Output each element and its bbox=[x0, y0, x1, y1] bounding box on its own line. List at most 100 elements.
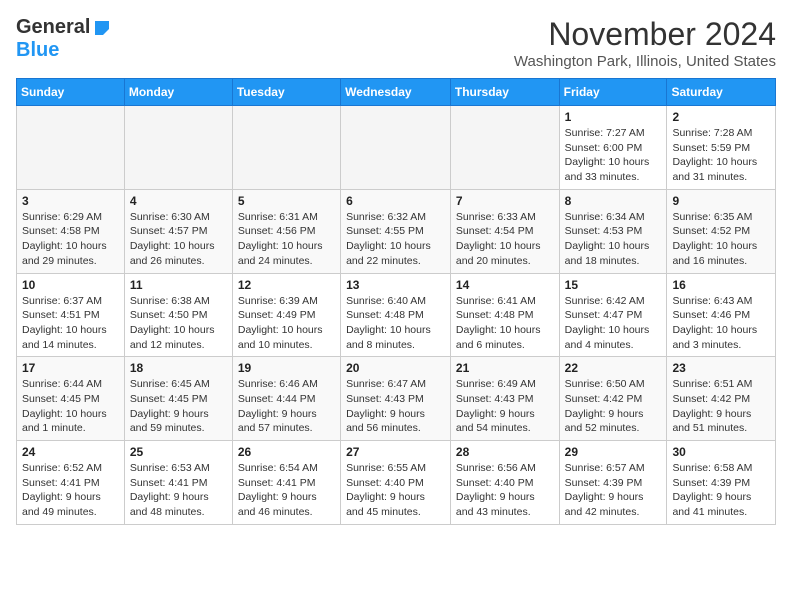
calendar-day: 14 Sunrise: 6:41 AM Sunset: 4:48 PM Dayli… bbox=[450, 273, 559, 357]
calendar-day: 12 Sunrise: 6:39 AM Sunset: 4:49 PM Dayli… bbox=[232, 273, 340, 357]
day-number: 3 bbox=[22, 194, 119, 208]
day-number: 19 bbox=[238, 361, 335, 375]
calendar-day: 21 Sunrise: 6:49 AM Sunset: 4:43 PM Dayli… bbox=[450, 357, 559, 441]
logo-general: General bbox=[16, 16, 90, 39]
column-header-monday: Monday bbox=[124, 79, 232, 106]
calendar-day: 26 Sunrise: 6:54 AM Sunset: 4:41 PM Dayli… bbox=[232, 441, 340, 525]
calendar-day: 7 Sunrise: 6:33 AM Sunset: 4:54 PM Daylig… bbox=[450, 189, 559, 273]
day-info: Sunrise: 6:49 AM Sunset: 4:43 PM Dayligh… bbox=[456, 377, 554, 436]
calendar-day: 18 Sunrise: 6:45 AM Sunset: 4:45 PM Dayli… bbox=[124, 357, 232, 441]
calendar-day: 19Sunrise: 6:46 AM Sunset: 4:44 PM Dayli… bbox=[232, 357, 340, 441]
calendar-day: 11 Sunrise: 6:38 AM Sunset: 4:50 PM Dayli… bbox=[124, 273, 232, 357]
calendar-day bbox=[450, 106, 559, 190]
day-number: 26 bbox=[238, 445, 335, 459]
day-info: Sunrise: 6:31 AM Sunset: 4:56 PM Dayligh… bbox=[238, 210, 335, 269]
calendar-day: 6 Sunrise: 6:32 AM Sunset: 4:55 PM Daylig… bbox=[341, 189, 451, 273]
day-info: Sunrise: 6:42 AM Sunset: 4:47 PM Dayligh… bbox=[565, 294, 662, 353]
day-number: 20 bbox=[346, 361, 445, 375]
day-number: 4 bbox=[130, 194, 227, 208]
calendar: SundayMondayTuesdayWednesdayThursdayFrid… bbox=[16, 78, 776, 525]
day-info: Sunrise: 6:57 AM Sunset: 4:39 PM Dayligh… bbox=[565, 461, 662, 520]
calendar-day: 28 Sunrise: 6:56 AM Sunset: 4:40 PM Dayli… bbox=[450, 441, 559, 525]
day-info: Sunrise: 6:38 AM Sunset: 4:50 PM Dayligh… bbox=[130, 294, 227, 353]
calendar-day: 13Sunrise: 6:40 AM Sunset: 4:48 PM Dayli… bbox=[341, 273, 451, 357]
calendar-day: 24 Sunrise: 6:52 AM Sunset: 4:41 PM Dayli… bbox=[17, 441, 125, 525]
calendar-day: 17 Sunrise: 6:44 AM Sunset: 4:45 PM Dayli… bbox=[17, 357, 125, 441]
day-number: 22 bbox=[565, 361, 662, 375]
day-number: 18 bbox=[130, 361, 227, 375]
calendar-day: 5 Sunrise: 6:31 AM Sunset: 4:56 PM Daylig… bbox=[232, 189, 340, 273]
day-number: 25 bbox=[130, 445, 227, 459]
day-number: 17 bbox=[22, 361, 119, 375]
day-number: 5 bbox=[238, 194, 335, 208]
day-info: Sunrise: 6:54 AM Sunset: 4:41 PM Dayligh… bbox=[238, 461, 335, 520]
calendar-week-5: 24 Sunrise: 6:52 AM Sunset: 4:41 PM Dayli… bbox=[17, 441, 776, 525]
day-number: 7 bbox=[456, 194, 554, 208]
day-number: 15 bbox=[565, 278, 662, 292]
day-info: Sunrise: 6:33 AM Sunset: 4:54 PM Dayligh… bbox=[456, 210, 554, 269]
day-info: Sunrise: 6:32 AM Sunset: 4:55 PM Dayligh… bbox=[346, 210, 445, 269]
day-info: Sunrise: 6:55 AM Sunset: 4:40 PM Dayligh… bbox=[346, 461, 445, 520]
day-info: Sunrise: 6:41 AM Sunset: 4:48 PM Dayligh… bbox=[456, 294, 554, 353]
column-header-thursday: Thursday bbox=[450, 79, 559, 106]
calendar-day: 3 Sunrise: 6:29 AM Sunset: 4:58 PM Daylig… bbox=[17, 189, 125, 273]
day-number: 27 bbox=[346, 445, 445, 459]
calendar-day bbox=[17, 106, 125, 190]
calendar-header-row: SundayMondayTuesdayWednesdayThursdayFrid… bbox=[17, 79, 776, 106]
calendar-day: 9Sunrise: 6:35 AM Sunset: 4:52 PM Daylig… bbox=[667, 189, 776, 273]
calendar-day: 22 Sunrise: 6:50 AM Sunset: 4:42 PM Dayli… bbox=[559, 357, 667, 441]
header: General Blue November 2024 Washington Pa… bbox=[16, 16, 776, 70]
day-info: Sunrise: 6:45 AM Sunset: 4:45 PM Dayligh… bbox=[130, 377, 227, 436]
logo-icon bbox=[93, 19, 111, 37]
day-number: 11 bbox=[130, 278, 227, 292]
day-number: 29 bbox=[565, 445, 662, 459]
calendar-day: 10 Sunrise: 6:37 AM Sunset: 4:51 PM Dayli… bbox=[17, 273, 125, 357]
day-info: Sunrise: 6:51 AM Sunset: 4:42 PM Dayligh… bbox=[672, 377, 770, 436]
day-number: 12 bbox=[238, 278, 335, 292]
day-number: 23 bbox=[672, 361, 770, 375]
title-section: November 2024 Washington Park, Illinois,… bbox=[514, 16, 776, 70]
day-number: 9 bbox=[672, 194, 770, 208]
calendar-day: 29 Sunrise: 6:57 AM Sunset: 4:39 PM Dayli… bbox=[559, 441, 667, 525]
day-info: Sunrise: 6:47 AM Sunset: 4:43 PM Dayligh… bbox=[346, 377, 445, 436]
day-number: 21 bbox=[456, 361, 554, 375]
day-info: Sunrise: 7:27 AM Sunset: 6:00 PM Dayligh… bbox=[565, 126, 662, 185]
calendar-week-4: 17 Sunrise: 6:44 AM Sunset: 4:45 PM Dayli… bbox=[17, 357, 776, 441]
calendar-day bbox=[341, 106, 451, 190]
day-number: 30 bbox=[672, 445, 770, 459]
calendar-week-3: 10 Sunrise: 6:37 AM Sunset: 4:51 PM Dayli… bbox=[17, 273, 776, 357]
calendar-day: 27 Sunrise: 6:55 AM Sunset: 4:40 PM Dayli… bbox=[341, 441, 451, 525]
day-number: 24 bbox=[22, 445, 119, 459]
day-number: 6 bbox=[346, 194, 445, 208]
column-header-tuesday: Tuesday bbox=[232, 79, 340, 106]
day-info: Sunrise: 6:30 AM Sunset: 4:57 PM Dayligh… bbox=[130, 210, 227, 269]
day-info: Sunrise: 6:56 AM Sunset: 4:40 PM Dayligh… bbox=[456, 461, 554, 520]
calendar-day bbox=[232, 106, 340, 190]
column-header-saturday: Saturday bbox=[667, 79, 776, 106]
day-info: Sunrise: 6:52 AM Sunset: 4:41 PM Dayligh… bbox=[22, 461, 119, 520]
day-number: 14 bbox=[456, 278, 554, 292]
logo: General Blue bbox=[16, 16, 111, 62]
calendar-week-1: 1 Sunrise: 7:27 AM Sunset: 6:00 PM Daylig… bbox=[17, 106, 776, 190]
calendar-day: 4 Sunrise: 6:30 AM Sunset: 4:57 PM Daylig… bbox=[124, 189, 232, 273]
calendar-day: 1 Sunrise: 7:27 AM Sunset: 6:00 PM Daylig… bbox=[559, 106, 667, 190]
column-header-sunday: Sunday bbox=[17, 79, 125, 106]
day-number: 13 bbox=[346, 278, 445, 292]
day-info: Sunrise: 7:28 AM Sunset: 5:59 PM Dayligh… bbox=[672, 126, 770, 185]
day-info: Sunrise: 6:50 AM Sunset: 4:42 PM Dayligh… bbox=[565, 377, 662, 436]
calendar-day: 2Sunrise: 7:28 AM Sunset: 5:59 PM Daylig… bbox=[667, 106, 776, 190]
day-info: Sunrise: 6:29 AM Sunset: 4:58 PM Dayligh… bbox=[22, 210, 119, 269]
calendar-day: 25 Sunrise: 6:53 AM Sunset: 4:41 PM Dayli… bbox=[124, 441, 232, 525]
calendar-day: 15 Sunrise: 6:42 AM Sunset: 4:47 PM Dayli… bbox=[559, 273, 667, 357]
day-number: 28 bbox=[456, 445, 554, 459]
calendar-day: 23 Sunrise: 6:51 AM Sunset: 4:42 PM Dayli… bbox=[667, 357, 776, 441]
day-number: 1 bbox=[565, 110, 662, 124]
day-info: Sunrise: 6:44 AM Sunset: 4:45 PM Dayligh… bbox=[22, 377, 119, 436]
day-info: Sunrise: 6:39 AM Sunset: 4:49 PM Dayligh… bbox=[238, 294, 335, 353]
calendar-day: 8Sunrise: 6:34 AM Sunset: 4:53 PM Daylig… bbox=[559, 189, 667, 273]
day-info: Sunrise: 6:37 AM Sunset: 4:51 PM Dayligh… bbox=[22, 294, 119, 353]
day-number: 16 bbox=[672, 278, 770, 292]
day-info: Sunrise: 6:53 AM Sunset: 4:41 PM Dayligh… bbox=[130, 461, 227, 520]
month-title: November 2024 bbox=[514, 16, 776, 53]
day-number: 10 bbox=[22, 278, 119, 292]
